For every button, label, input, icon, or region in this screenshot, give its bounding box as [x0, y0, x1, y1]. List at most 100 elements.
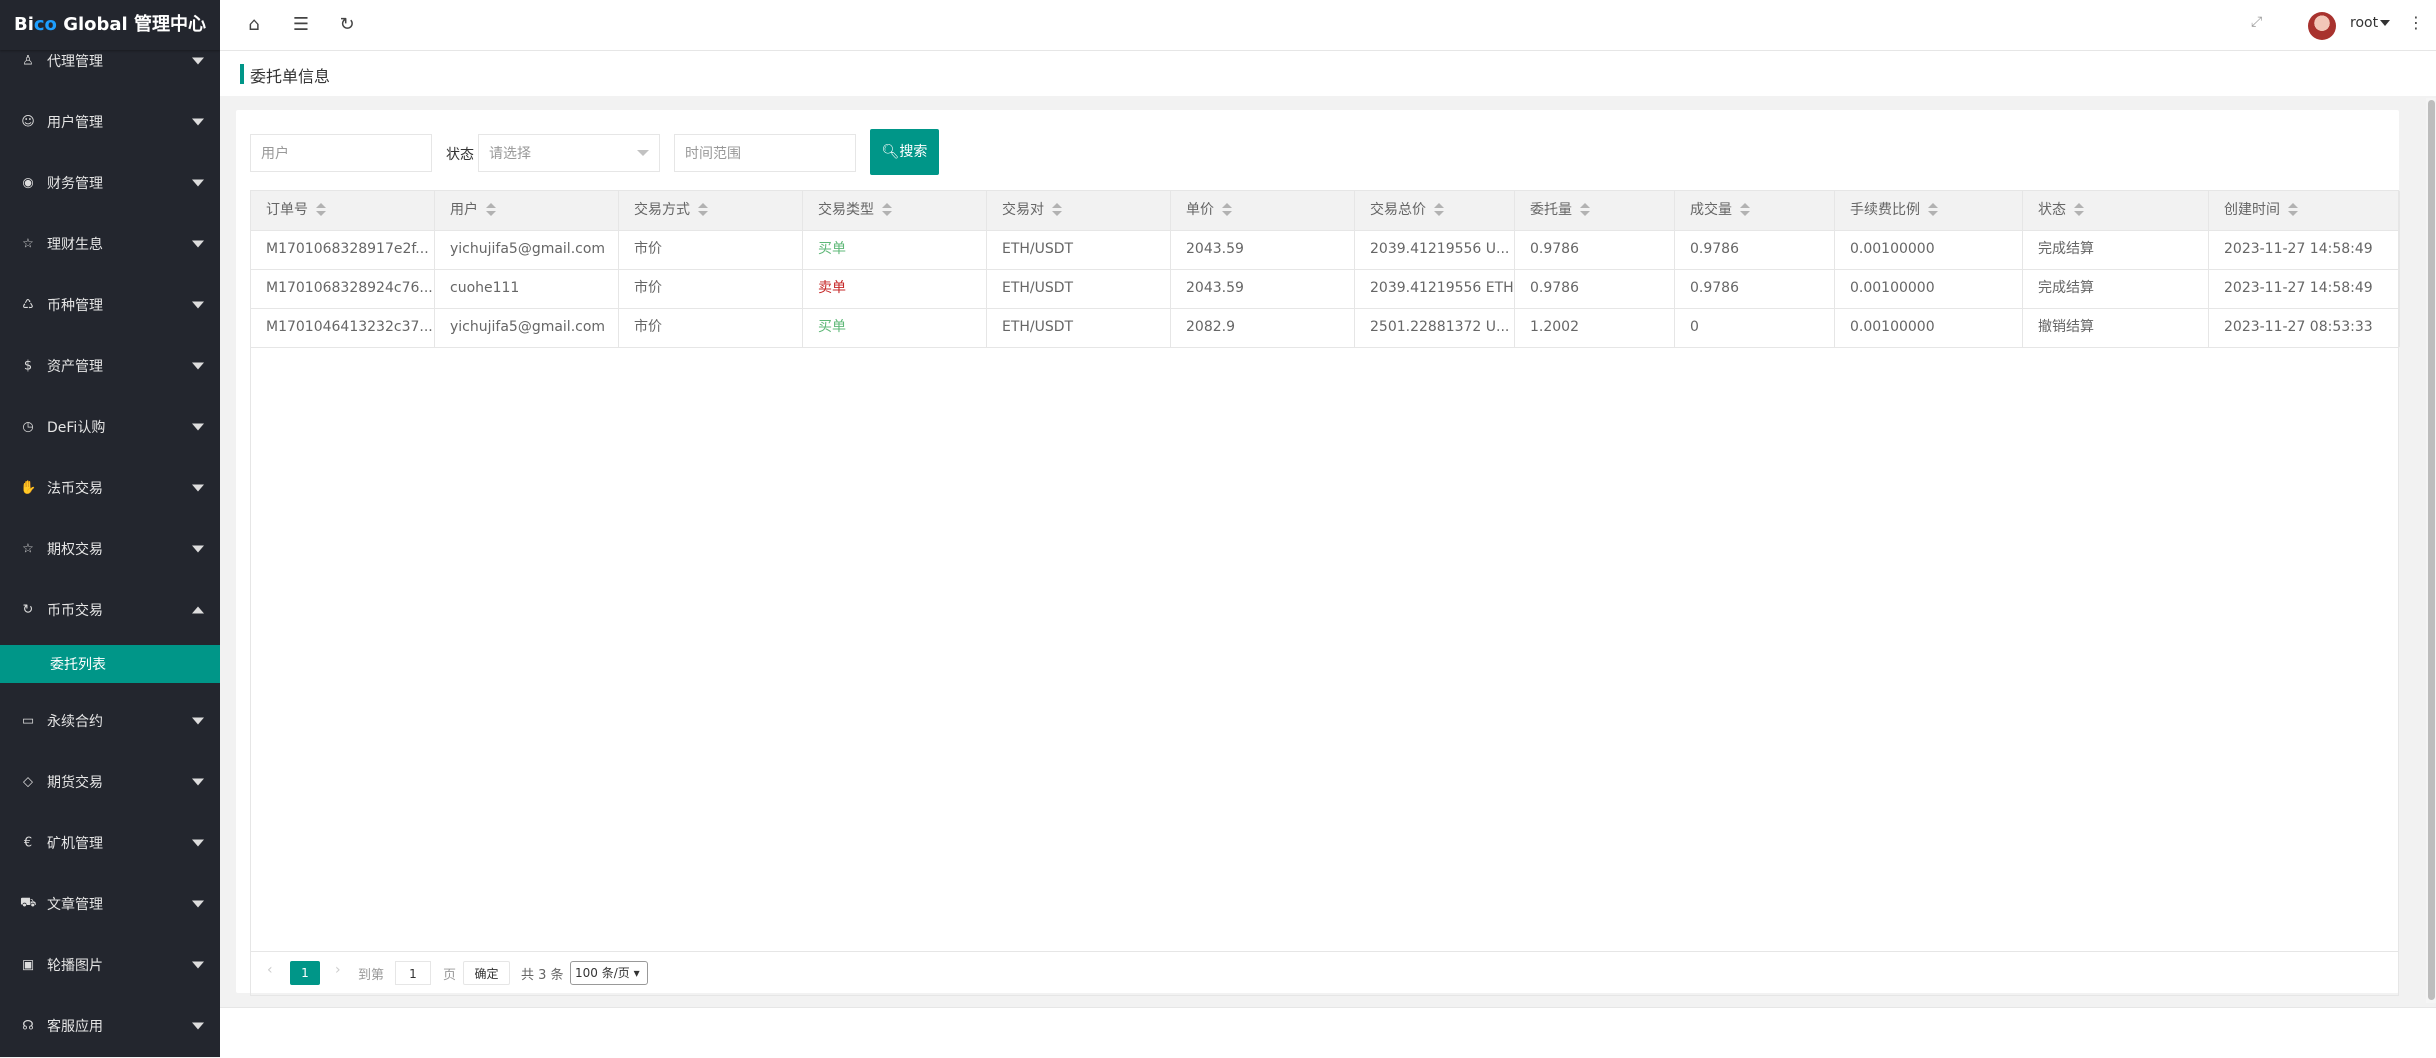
column-header-label: 成交量 — [1690, 202, 1732, 218]
table-cell: 0.00100000 — [1835, 308, 2023, 347]
sidebar-item[interactable]: ▣ 轮播图片 — [0, 934, 220, 995]
sidebar-item-label: 资产管理 — [47, 358, 103, 375]
sidebar-item-label: 财务管理 — [47, 175, 103, 192]
sidebar-item[interactable]: $ 资产管理 — [0, 335, 220, 396]
column-header-label: 交易总价 — [1370, 202, 1426, 218]
sidebar-item[interactable]: ☺ 用户管理 — [0, 91, 220, 152]
sidebar-item[interactable]: ⛟ 文章管理 — [0, 873, 220, 934]
more-vertical-icon[interactable]: ⋮ — [2408, 13, 2424, 32]
table-cell: 卖单 — [803, 269, 987, 308]
pager-size-select[interactable]: 100 条/页 ▾ — [570, 961, 648, 985]
sort-icon[interactable] — [2074, 203, 2084, 217]
chevron-up-icon — [192, 606, 204, 613]
pager-current-page[interactable]: 1 — [290, 961, 320, 985]
sidebar-subitem-label: 委托列表 — [50, 657, 106, 673]
sidebar-item[interactable]: ☆ 期权交易 — [0, 518, 220, 579]
pager-confirm-button[interactable]: 确定 — [463, 961, 510, 985]
sort-icon[interactable] — [1222, 203, 1232, 217]
table-cell: 0 — [1675, 308, 1835, 347]
sidebar-item-label: 矿机管理 — [47, 835, 103, 852]
column-header[interactable]: 交易总价 — [1355, 191, 1515, 230]
table-cell: M1701068328924c76... — [251, 269, 435, 308]
column-header[interactable]: 委托量 — [1515, 191, 1675, 230]
state-select[interactable]: 请选择 — [478, 134, 660, 172]
logo-text-accent: co — [33, 14, 57, 35]
sidebar-item[interactable]: ◷ DeFi认购 — [0, 396, 220, 457]
table-cell: 2043.59 — [1171, 230, 1355, 269]
user-menu[interactable]: root — [2350, 15, 2391, 31]
pager-next-icon[interactable]: › — [335, 962, 341, 978]
column-header[interactable]: 交易方式 — [619, 191, 803, 230]
sidebar-item[interactable]: ↻ 币币交易 — [0, 579, 220, 640]
pager-total: 共 3 条 — [521, 968, 564, 983]
table-cell: 市价 — [619, 230, 803, 269]
sidebar-item[interactable]: ☆ 理财生息 — [0, 213, 220, 274]
table-cell: yichujifa5@gmail.com — [435, 308, 619, 347]
table-cell: 2039.41219556 U... — [1355, 230, 1515, 269]
fullscreen-icon[interactable]: ⤢ — [2251, 14, 2262, 30]
sort-icon[interactable] — [486, 203, 496, 217]
table-cell: 2082.9 — [1171, 308, 1355, 347]
scrollbar-thumb[interactable] — [2428, 100, 2435, 1000]
pager-page-label: 页 — [443, 968, 457, 983]
pager-goto-input[interactable]: 1 — [395, 961, 431, 985]
search-button[interactable]: 🔍︎搜索 — [870, 129, 939, 175]
sidebar-item[interactable]: ◇ 期货交易 — [0, 751, 220, 812]
table-cell: 2023-11-27 14:58:49 — [2209, 230, 2400, 269]
chevron-down-icon — [192, 118, 204, 125]
sort-icon[interactable] — [1928, 203, 1938, 217]
time-range-input[interactable]: 时间范围 — [674, 134, 856, 172]
column-header[interactable]: 手续费比例 — [1835, 191, 2023, 230]
column-header[interactable]: 交易对 — [987, 191, 1171, 230]
column-header[interactable]: 用户 — [435, 191, 619, 230]
table-cell: cuohe111 — [435, 269, 619, 308]
table-row[interactable]: M1701068328924c76... cuohe111 市价 卖单 ETH/USDT… — [251, 269, 2400, 309]
table-row[interactable]: M1701068328917e2f... yichujifa5@gmail.com… — [251, 230, 2400, 270]
clock-icon: ◷ — [22, 419, 34, 434]
column-header[interactable]: 成交量 — [1675, 191, 1835, 230]
column-header[interactable]: 状态 — [2023, 191, 2209, 230]
avatar[interactable] — [2308, 12, 2336, 40]
table-cell: 0.9786 — [1515, 269, 1675, 308]
sidebar-item-label: DeFi认购 — [47, 419, 106, 436]
refresh-icon[interactable]: ↻ — [334, 12, 360, 38]
menu-collapse-icon[interactable]: ☰ — [288, 12, 314, 38]
state-label: 状态 — [446, 147, 474, 163]
table-cell: 市价 — [619, 308, 803, 347]
column-header[interactable]: 创建时间 — [2209, 191, 2400, 230]
table-cell: M1701046413232c37... — [251, 308, 435, 347]
home-icon[interactable]: ⌂ — [241, 12, 267, 38]
chevron-down-icon — [192, 362, 204, 369]
sidebar-subitem-entrust-list[interactable]: 委托列表 — [0, 645, 220, 683]
chevron-down-icon — [192, 961, 204, 968]
sort-icon[interactable] — [316, 203, 326, 217]
sort-icon[interactable] — [2288, 203, 2298, 217]
app-logo[interactable]: Bico Global 管理中心 — [0, 0, 220, 50]
chevron-down-icon — [192, 240, 204, 247]
sort-icon[interactable] — [698, 203, 708, 217]
sidebar-item[interactable]: ☊ 客服应用 — [0, 995, 220, 1056]
sidebar-item[interactable]: ▭ 永续合约 — [0, 690, 220, 751]
table-row[interactable]: M1701046413232c37... yichujifa5@gmail.com… — [251, 308, 2400, 348]
table-cell: 买单 — [803, 308, 987, 347]
sidebar-item[interactable]: ♺ 币种管理 — [0, 274, 220, 335]
pager-prev-icon[interactable]: ‹ — [267, 962, 273, 978]
sort-icon[interactable] — [1434, 203, 1444, 217]
column-header[interactable]: 订单号 — [251, 191, 435, 230]
sidebar-item-label: 币种管理 — [47, 297, 103, 314]
column-header-label: 交易对 — [1002, 202, 1044, 218]
sidebar-item[interactable]: ◉ 财务管理 — [0, 152, 220, 213]
sort-icon[interactable] — [1740, 203, 1750, 217]
sidebar-item[interactable]: ✋ 法币交易 — [0, 457, 220, 518]
column-header[interactable]: 交易类型 — [803, 191, 987, 230]
user-search-input[interactable]: 用户 — [250, 134, 432, 172]
sort-icon[interactable] — [1052, 203, 1062, 217]
sort-icon[interactable] — [882, 203, 892, 217]
sidebar-item-label: 币币交易 — [47, 602, 103, 619]
column-header[interactable]: 单价 — [1171, 191, 1355, 230]
sort-icon[interactable] — [1580, 203, 1590, 217]
user-name: root — [2350, 15, 2379, 31]
column-header-label: 用户 — [450, 202, 478, 218]
sidebar-item[interactable]: € 矿机管理 — [0, 812, 220, 873]
column-header-label: 状态 — [2038, 202, 2066, 218]
